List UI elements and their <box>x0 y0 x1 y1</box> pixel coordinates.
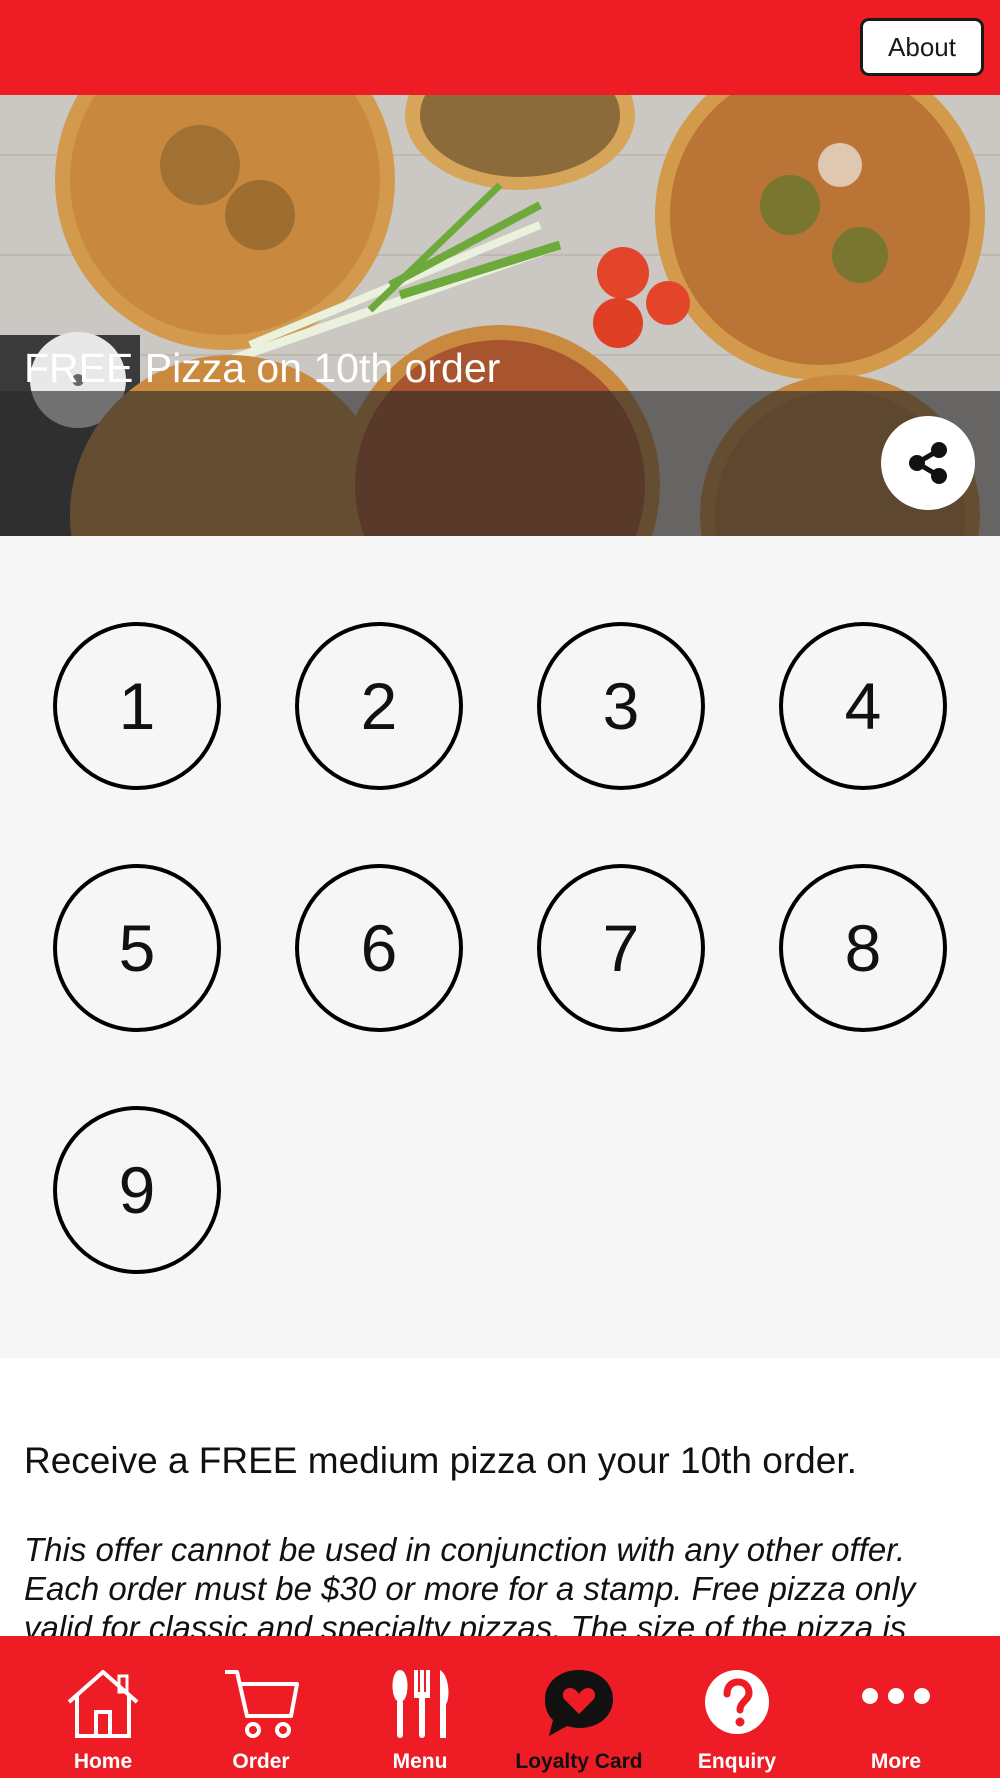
nav-enquiry[interactable]: Enquiry <box>658 1636 816 1778</box>
nav-order-label: Order <box>232 1750 290 1773</box>
loyalty-stamp-grid: 1 2 3 4 5 6 7 8 9 <box>0 536 1000 1358</box>
nav-enquiry-label: Enquiry <box>697 1750 777 1773</box>
stamp-7: 7 <box>537 864 705 1032</box>
nav-loyalty-card[interactable]: Loyalty Card <box>500 1636 658 1778</box>
stamp-4: 4 <box>779 622 947 790</box>
nav-more[interactable]: More <box>817 1636 975 1778</box>
stamp-9: 9 <box>53 1106 221 1274</box>
nav-home[interactable]: Home <box>24 1636 182 1778</box>
nav-menu[interactable]: Menu <box>341 1636 499 1778</box>
hero-banner <box>0 95 1000 536</box>
offer-description: Receive a FREE medium pizza on your 10th… <box>24 1440 857 1481</box>
hero-caption-bar <box>0 391 1000 536</box>
nav-order[interactable]: Order <box>182 1636 340 1778</box>
home-icon <box>67 1670 139 1738</box>
bottom-navigation: Home Order Menu Loyalty Card Enquiry Mor… <box>0 1636 1000 1778</box>
share-icon <box>909 442 947 484</box>
top-bar: About <box>0 0 1000 95</box>
stamp-2: 2 <box>295 622 463 790</box>
share-button[interactable] <box>881 416 975 510</box>
stamp-8: 8 <box>779 864 947 1032</box>
nav-more-label: More <box>870 1750 922 1773</box>
stamp-6: 6 <box>295 864 463 1032</box>
cutlery-icon <box>392 1670 449 1738</box>
stamp-3: 3 <box>537 622 705 790</box>
more-dots-icon <box>862 1688 930 1704</box>
nav-home-label: Home <box>73 1750 133 1773</box>
about-button[interactable]: About <box>860 18 984 76</box>
question-icon <box>705 1670 769 1734</box>
nav-menu-label: Menu <box>392 1750 448 1773</box>
offer-terms: This offer cannot be used in conjunction… <box>24 1531 916 1646</box>
stamp-1: 1 <box>53 622 221 790</box>
nav-loyalty-card-label: Loyalty Card <box>515 1750 643 1773</box>
hero-title: FREE Pizza on 10th order <box>24 345 501 391</box>
stamp-5: 5 <box>53 864 221 1032</box>
cart-icon <box>225 1670 299 1738</box>
heart-bubble-icon <box>545 1670 613 1736</box>
